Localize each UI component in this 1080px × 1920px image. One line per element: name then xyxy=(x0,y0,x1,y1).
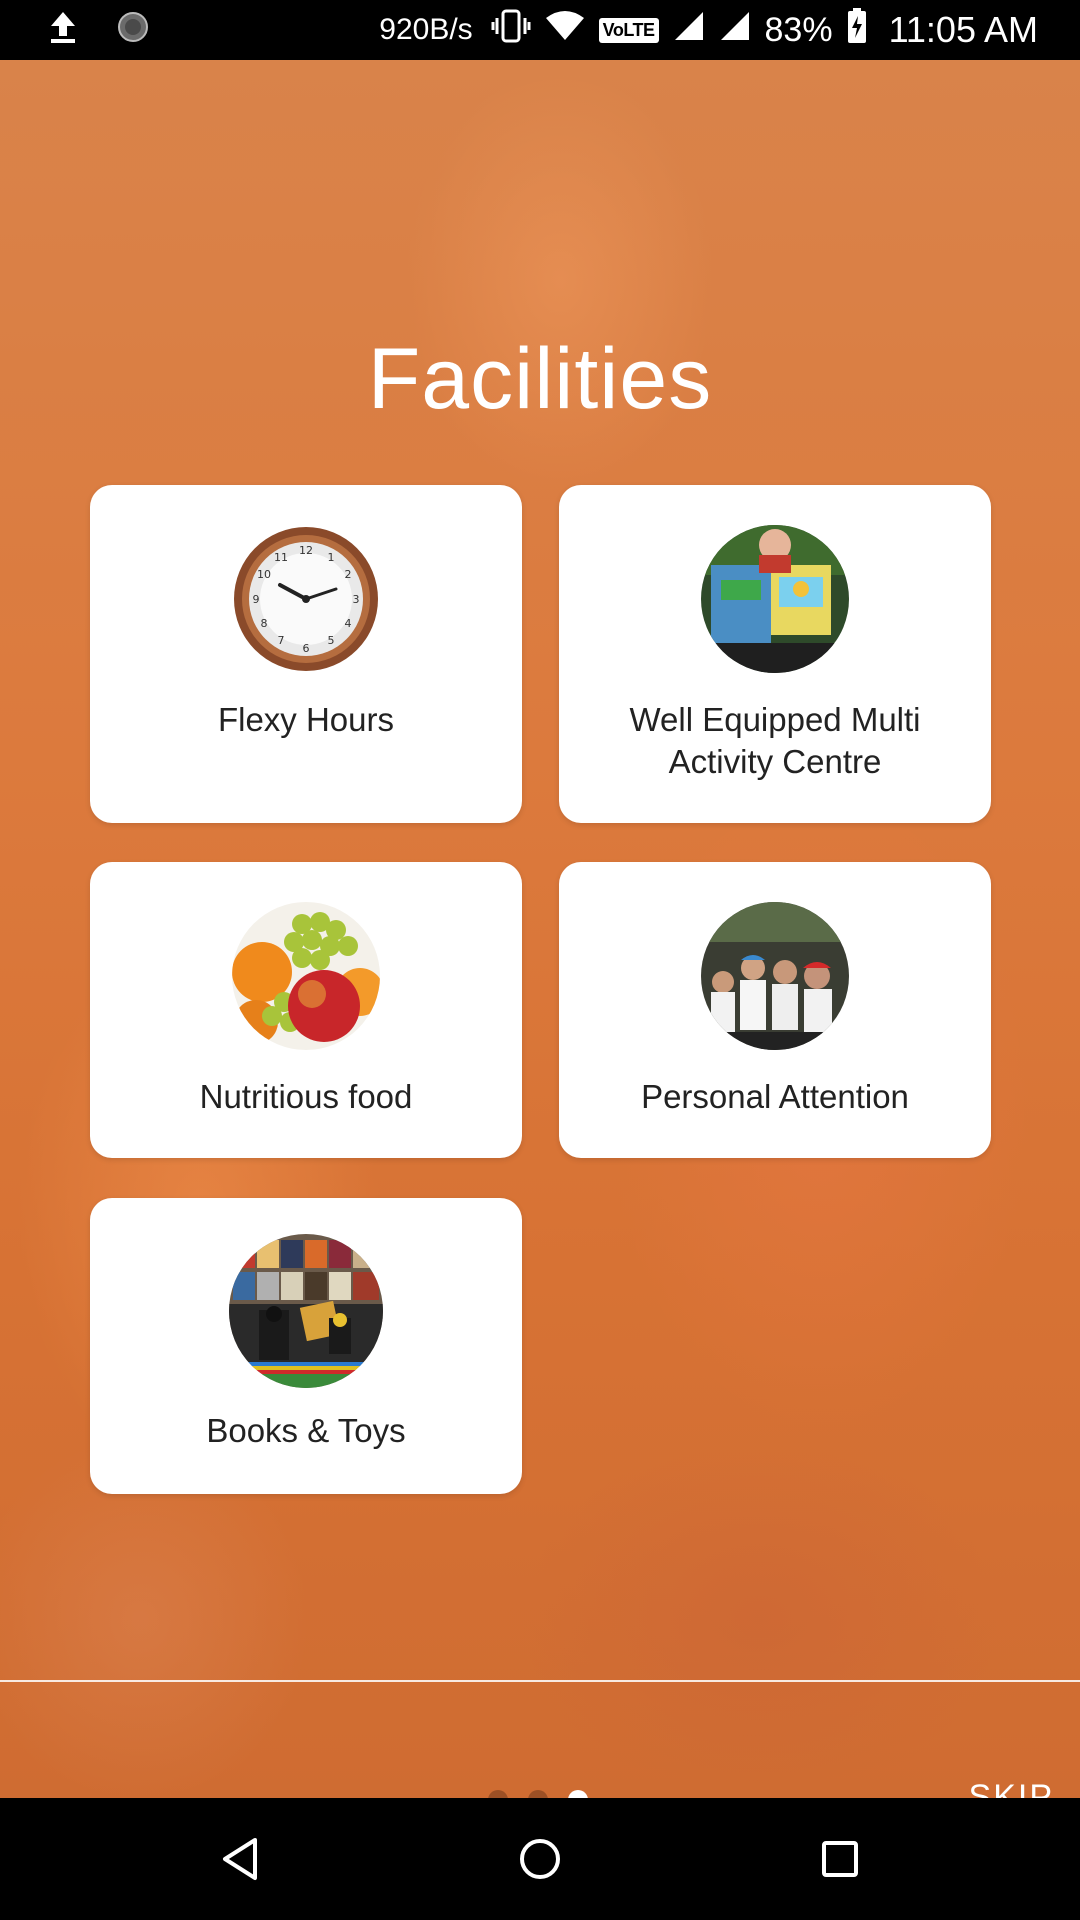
recents-icon[interactable] xyxy=(805,1824,875,1894)
clock-time: 11:05 AM xyxy=(888,9,1038,50)
page-indicator xyxy=(488,1790,588,1798)
svg-text:12: 12 xyxy=(299,544,313,557)
clock-icon: 12 6 9 3 12 45 78 10 11 xyxy=(232,525,380,673)
onboarding-screen: Facilities 12 6 9 3 12 45 78 10 11 Flexy … xyxy=(0,60,1080,1798)
volte-badge: VoLTE xyxy=(598,17,659,43)
battery-charging-icon xyxy=(847,7,867,53)
facility-label: Nutritious food xyxy=(199,1078,413,1115)
svg-text:2: 2 xyxy=(345,568,352,581)
net-speed: 920B/s xyxy=(379,13,473,46)
sync-icon xyxy=(116,10,150,53)
page-dot[interactable] xyxy=(488,1790,508,1798)
facility-label: Personal Attention xyxy=(641,1078,909,1115)
children-photo xyxy=(701,902,849,1050)
svg-text:11: 11 xyxy=(274,551,288,564)
facility-label: Books & Toys xyxy=(206,1412,406,1449)
signal-icon xyxy=(673,10,705,51)
status-bar: 920B/s VoLTE 83% 11:05 AM xyxy=(0,0,1080,60)
home-icon[interactable] xyxy=(505,1824,575,1894)
facility-card-nutritious-food: Nutritious food xyxy=(90,862,522,1158)
books-toys-photo xyxy=(229,1234,383,1388)
svg-text:4: 4 xyxy=(345,617,352,630)
activity-centre-photo xyxy=(701,525,849,673)
facility-label: Well Equipped Multi Activity Centre xyxy=(629,701,921,780)
footer-divider xyxy=(0,1680,1080,1682)
wifi-icon xyxy=(545,10,585,51)
svg-text:7: 7 xyxy=(278,634,285,647)
skip-button[interactable]: SKIP xyxy=(969,1778,1054,1798)
svg-text:1: 1 xyxy=(328,551,335,564)
svg-text:10: 10 xyxy=(257,568,271,581)
back-icon[interactable] xyxy=(205,1824,275,1894)
battery-percent: 83% xyxy=(764,10,833,49)
svg-text:6: 6 xyxy=(303,642,310,655)
signal-icon xyxy=(719,10,751,51)
facility-card-flexy-hours: 12 6 9 3 12 45 78 10 11 Flexy Hours xyxy=(90,485,522,823)
facility-card-books-toys: Books & Toys xyxy=(90,1198,522,1494)
page-dot-active[interactable] xyxy=(568,1790,588,1798)
page-title: Facilities xyxy=(367,331,713,427)
facility-card-activity-centre: Well Equipped Multi Activity Centre xyxy=(559,485,991,823)
svg-text:8: 8 xyxy=(261,617,268,630)
page-dot[interactable] xyxy=(528,1790,548,1798)
svg-text:3: 3 xyxy=(353,593,360,606)
svg-text:5: 5 xyxy=(328,634,335,647)
vibrate-icon xyxy=(491,8,531,53)
navigation-bar xyxy=(0,1798,1080,1920)
facility-label: Flexy Hours xyxy=(217,701,395,738)
upload-icon xyxy=(48,10,78,53)
svg-text:9: 9 xyxy=(253,593,260,606)
fruits-photo xyxy=(232,902,380,1050)
facility-card-personal-attention: Personal Attention xyxy=(559,862,991,1158)
